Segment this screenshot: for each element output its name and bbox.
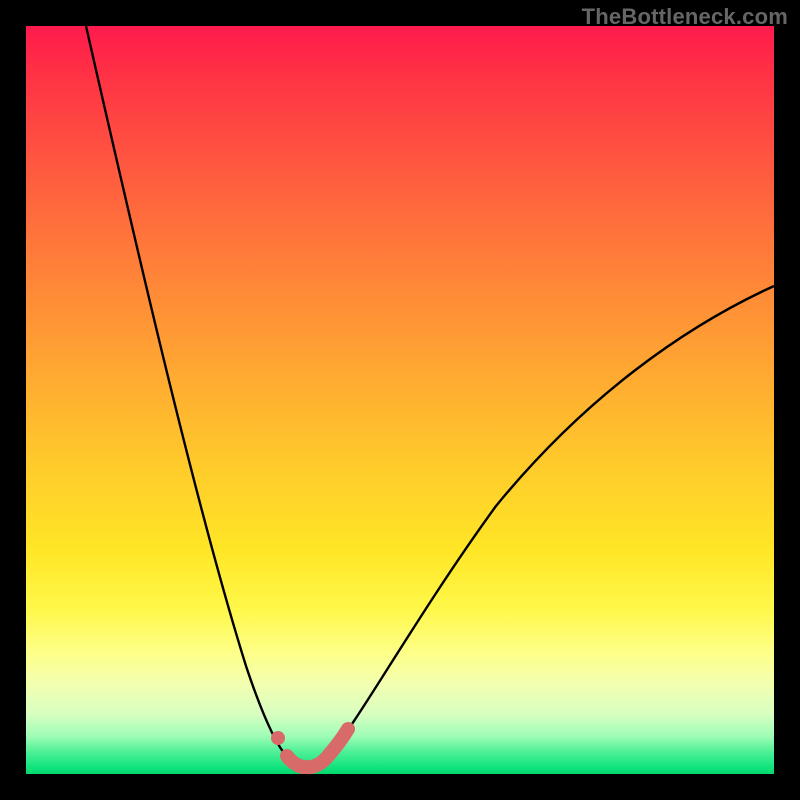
valley-floor	[287, 756, 328, 764]
right-curve	[328, 286, 774, 756]
watermark-text: TheBottleneck.com	[582, 4, 788, 30]
chart-plot-area	[26, 26, 774, 774]
bottleneck-curve-svg	[26, 26, 774, 774]
highlight-valley-stroke	[287, 729, 348, 767]
highlight-dot-icon	[271, 731, 285, 745]
left-curve	[86, 26, 287, 756]
